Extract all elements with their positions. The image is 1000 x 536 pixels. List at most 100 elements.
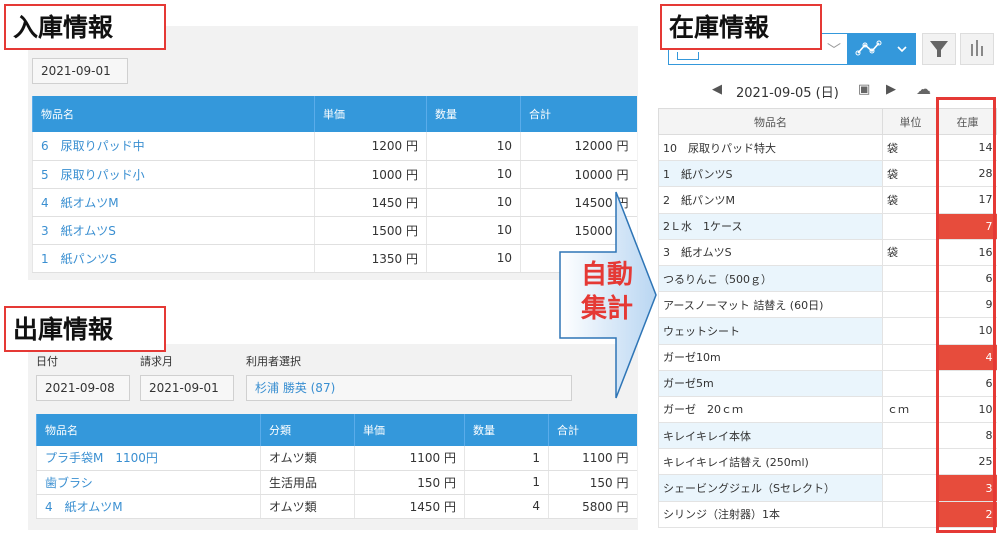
unit-cell bbox=[882, 344, 939, 371]
auto-aggregate-line1: 自動 bbox=[580, 260, 633, 290]
total-cell: 12000 円 bbox=[520, 132, 637, 161]
table-row: 3 紙オムツS 袋 16 bbox=[658, 239, 997, 266]
table-row: シリンジ（注射器）1本 2 bbox=[658, 501, 997, 528]
item-name: 1 紙パンツS bbox=[658, 160, 883, 188]
unit-cell bbox=[882, 317, 939, 345]
table-row: 4 紙オムツM 1450 円 10 14500 円 bbox=[32, 188, 637, 217]
inventory-date-nav: ◀ 2021-09-05 (日) ▣ ▶ ☁ bbox=[712, 80, 952, 102]
unit-cell: 袋 bbox=[882, 134, 939, 162]
unit-cell bbox=[882, 291, 939, 319]
chart-view-button[interactable] bbox=[848, 33, 916, 65]
item-link[interactable]: 4 紙オムツM bbox=[36, 494, 261, 519]
table-row: 1 紙パンツS 袋 28 bbox=[658, 160, 997, 188]
category-cell: オムツ類 bbox=[260, 494, 355, 519]
unit-cell bbox=[882, 474, 939, 502]
inbound-col-price: 単価 bbox=[314, 96, 427, 132]
inbound-date-field[interactable]: 2021-09-01 bbox=[32, 58, 128, 84]
item-link[interactable]: 3 紙オムツS bbox=[32, 216, 315, 245]
filter-button[interactable] bbox=[922, 33, 956, 65]
item-name: キレイキレイ詰替え (250ml) bbox=[658, 448, 883, 476]
calendar-icon[interactable]: ▣ bbox=[858, 82, 870, 97]
bar-chart-icon bbox=[971, 40, 983, 56]
table-row: ガーゼ 20ｃｍ ｃｍ 10 bbox=[658, 396, 997, 424]
inventory-table: 物品名 単位 在庫 10 尿取りパッド特大袋 14 1 紙パンツS 袋 28 2 紙パ… bbox=[658, 108, 997, 528]
table-row: 歯ブラシ 生活用品 150 円 1 150 円 bbox=[36, 470, 637, 495]
item-name: ガーゼ10m bbox=[658, 344, 883, 371]
line-chart-icon bbox=[855, 40, 907, 56]
item-name: 2Ｌ水 1ケース bbox=[658, 213, 883, 240]
prev-day-icon[interactable]: ◀ bbox=[712, 82, 722, 97]
stock-cell: 7 bbox=[938, 213, 997, 240]
unit-cell bbox=[882, 213, 939, 240]
item-link[interactable]: 歯ブラシ bbox=[36, 470, 261, 495]
price-cell: 1450 円 bbox=[314, 188, 427, 217]
qty-cell: 1 bbox=[464, 446, 549, 471]
table-row: キレイキレイ詰替え (250ml) 25 bbox=[658, 448, 997, 476]
outbound-date-label: 日付 bbox=[36, 355, 58, 368]
unit-cell bbox=[882, 370, 939, 397]
unit-cell: 袋 bbox=[882, 239, 939, 266]
outbound-date-field[interactable]: 2021-09-08 bbox=[36, 375, 130, 401]
inbound-col-qty: 数量 bbox=[426, 96, 521, 132]
outbound-billing-field[interactable]: 2021-09-01 bbox=[140, 375, 234, 401]
total-cell: 1100 円 bbox=[548, 446, 637, 471]
stock-cell: 10 bbox=[938, 396, 997, 424]
item-link[interactable]: 6 尿取りパッド中 bbox=[32, 132, 315, 161]
outbound-col-name: 物品名 bbox=[36, 414, 261, 446]
inbound-table: 物品名 単価 数量 合計 6 尿取りパッド中 1200 円 10 12000 円… bbox=[32, 96, 637, 273]
item-link[interactable]: 1 紙パンツS bbox=[32, 244, 315, 273]
table-row: 6 尿取りパッド中 1200 円 10 12000 円 bbox=[32, 132, 637, 161]
inbound-col-total: 合計 bbox=[520, 96, 637, 132]
outbound-col-price: 単価 bbox=[354, 414, 465, 446]
item-name: 2 紙パンツM bbox=[658, 186, 883, 214]
outbound-header-row: 物品名 分類 単価 数量 合計 bbox=[36, 414, 637, 446]
item-link[interactable]: 4 紙オムツM bbox=[32, 188, 315, 217]
category-cell: オムツ類 bbox=[260, 446, 355, 471]
stock-cell: 3 bbox=[938, 474, 997, 502]
item-name: アースノーマット 詰替え (60日) bbox=[658, 291, 883, 319]
inventory-col-name: 物品名 bbox=[658, 108, 883, 135]
stock-cell: 6 bbox=[938, 265, 997, 293]
table-row: アースノーマット 詰替え (60日) 9 bbox=[658, 291, 997, 319]
total-cell: 10000 円 bbox=[520, 160, 637, 189]
item-link[interactable]: プラ手袋M 1100円 bbox=[36, 446, 261, 471]
unit-cell: ｃｍ bbox=[882, 396, 939, 424]
stock-cell: 16 bbox=[938, 239, 997, 266]
qty-cell: 10 bbox=[426, 160, 521, 189]
inbound-title: 入庫情報 bbox=[4, 4, 166, 50]
price-cell: 1450 円 bbox=[354, 494, 465, 519]
outbound-user-label: 利用者選択 bbox=[246, 355, 301, 368]
auto-aggregate-line2: 集計 bbox=[580, 294, 633, 324]
stock-cell: 8 bbox=[938, 422, 997, 450]
outbound-col-total: 合計 bbox=[548, 414, 637, 446]
inventory-col-unit: 単位 bbox=[882, 108, 939, 135]
item-name: ガーゼ5m bbox=[658, 370, 883, 397]
item-name: キレイキレイ本体 bbox=[658, 422, 883, 450]
item-name: 3 紙オムツS bbox=[658, 239, 883, 266]
item-name: シェービングジェル（Sセレクト） bbox=[658, 474, 883, 502]
price-cell: 1000 円 bbox=[314, 160, 427, 189]
qty-cell: 10 bbox=[426, 132, 521, 161]
auto-aggregate-label: 自動 集計 bbox=[570, 258, 644, 326]
table-row: 3 紙オムツS 1500 円 10 15000 円 bbox=[32, 216, 637, 245]
chevron-down-icon: ﹀ bbox=[827, 43, 841, 59]
stock-cell: 14 bbox=[938, 134, 997, 162]
table-row: 5 尿取りパッド小 1000 円 10 10000 円 bbox=[32, 160, 637, 189]
item-link[interactable]: 5 尿取りパッド小 bbox=[32, 160, 315, 189]
cloud-download-icon[interactable]: ☁ bbox=[916, 80, 931, 98]
table-row: 10 尿取りパッド特大袋 14 bbox=[658, 134, 997, 162]
unit-cell bbox=[882, 448, 939, 476]
inventory-col-stock: 在庫 bbox=[938, 108, 997, 135]
next-day-icon[interactable]: ▶ bbox=[886, 82, 896, 97]
qty-cell: 10 bbox=[426, 188, 521, 217]
outbound-billing-label: 請求月 bbox=[140, 355, 173, 368]
outbound-table: 物品名 分類 単価 数量 合計 プラ手袋M 1100円 オムツ類 1100 円 … bbox=[36, 414, 637, 519]
qty-cell: 4 bbox=[464, 494, 549, 519]
unit-cell bbox=[882, 501, 939, 528]
bar-chart-button[interactable] bbox=[960, 33, 994, 65]
total-cell: 150 円 bbox=[548, 470, 637, 495]
qty-cell: 1 bbox=[464, 470, 549, 495]
outbound-col-category: 分類 bbox=[260, 414, 355, 446]
outbound-user-field[interactable]: 杉浦 勝英 (87) bbox=[246, 375, 572, 401]
price-cell: 1500 円 bbox=[314, 216, 427, 245]
